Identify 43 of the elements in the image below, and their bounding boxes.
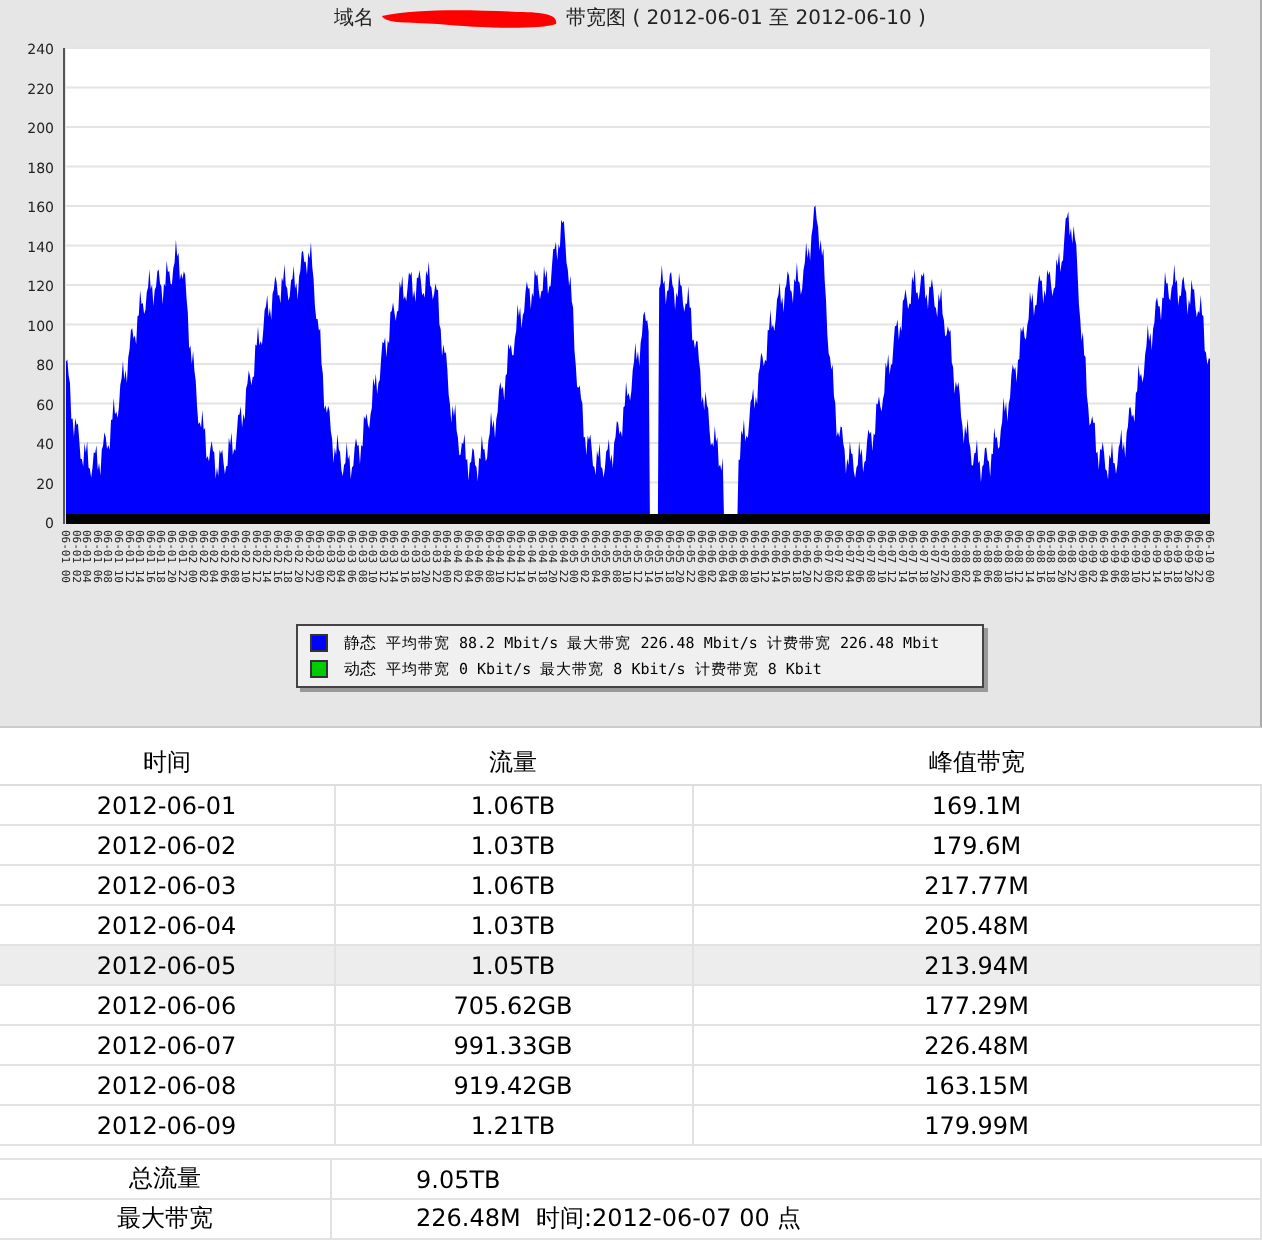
table-cell: 177.29M <box>692 985 1261 1025</box>
table-cell: 919.42GB <box>334 1065 692 1105</box>
summary-label: 最大带宽 <box>0 1199 331 1239</box>
table-cell: 213.94M <box>692 945 1261 985</box>
table-cell: 1.21TB <box>334 1105 692 1145</box>
table-cell: 705.62GB <box>334 985 692 1025</box>
table-cell: 1.06TB <box>334 785 692 825</box>
table-cell: 1.06TB <box>334 865 692 905</box>
table-cell: 179.6M <box>692 825 1261 865</box>
table-cell: 2012-06-02 <box>0 825 334 865</box>
table-row[interactable]: 2012-06-07 991.33GB 226.48M <box>0 1025 1261 1065</box>
table-cell: 163.15M <box>692 1065 1261 1105</box>
chart-title: 带宽图 ( 2012-06-01 至 2012-06-10 ) <box>566 5 926 32</box>
table-cell: 2012-06-01 <box>0 785 334 825</box>
table-row[interactable]: 2012-06-03 1.06TB 217.77M <box>0 865 1261 905</box>
table-row[interactable]: 2012-06-01 1.06TB 169.1M <box>0 785 1261 825</box>
table-cell: 179.99M <box>692 1105 1261 1145</box>
column-header: 流量 <box>334 740 692 785</box>
table-cell: 2012-06-08 <box>0 1065 334 1105</box>
legend-label: 动态 <box>344 658 376 680</box>
table-row[interactable]: 2012-06-08 919.42GB 163.15M <box>0 1065 1261 1105</box>
summary-value: 226.48M 时间:2012-06-07 00 点 <box>331 1199 1261 1239</box>
table-cell: 1.03TB <box>334 825 692 865</box>
table-cell: 169.1M <box>692 785 1261 825</box>
table-cell: 2012-06-03 <box>0 865 334 905</box>
table-cell: 1.05TB <box>334 945 692 985</box>
table-row[interactable]: 2012-06-05 1.05TB 213.94M <box>0 945 1261 985</box>
summary-label: 总流量 <box>0 1159 331 1199</box>
chart-title: 域名 <box>334 5 375 32</box>
table-row[interactable]: 2012-06-09 1.21TB 179.99M <box>0 1105 1261 1145</box>
legend-label: 静态 <box>344 632 376 654</box>
table-row[interactable]: 2012-06-02 1.03TB 179.6M <box>0 825 1261 865</box>
table-cell: 217.77M <box>692 865 1261 905</box>
summary-value: 9.05TB <box>331 1159 1261 1199</box>
column-header: 峰值带宽 <box>692 740 1261 785</box>
table-row[interactable]: 2012-06-06 705.62GB 177.29M <box>0 985 1261 1025</box>
table-cell: 2012-06-07 <box>0 1025 334 1065</box>
column-header: 时间 <box>0 740 334 785</box>
table-cell: 991.33GB <box>334 1025 692 1065</box>
table-cell: 2012-06-05 <box>0 945 334 985</box>
table-cell: 2012-06-06 <box>0 985 334 1025</box>
table-cell: 2012-06-09 <box>0 1105 334 1145</box>
table-cell: 226.48M <box>692 1025 1261 1065</box>
